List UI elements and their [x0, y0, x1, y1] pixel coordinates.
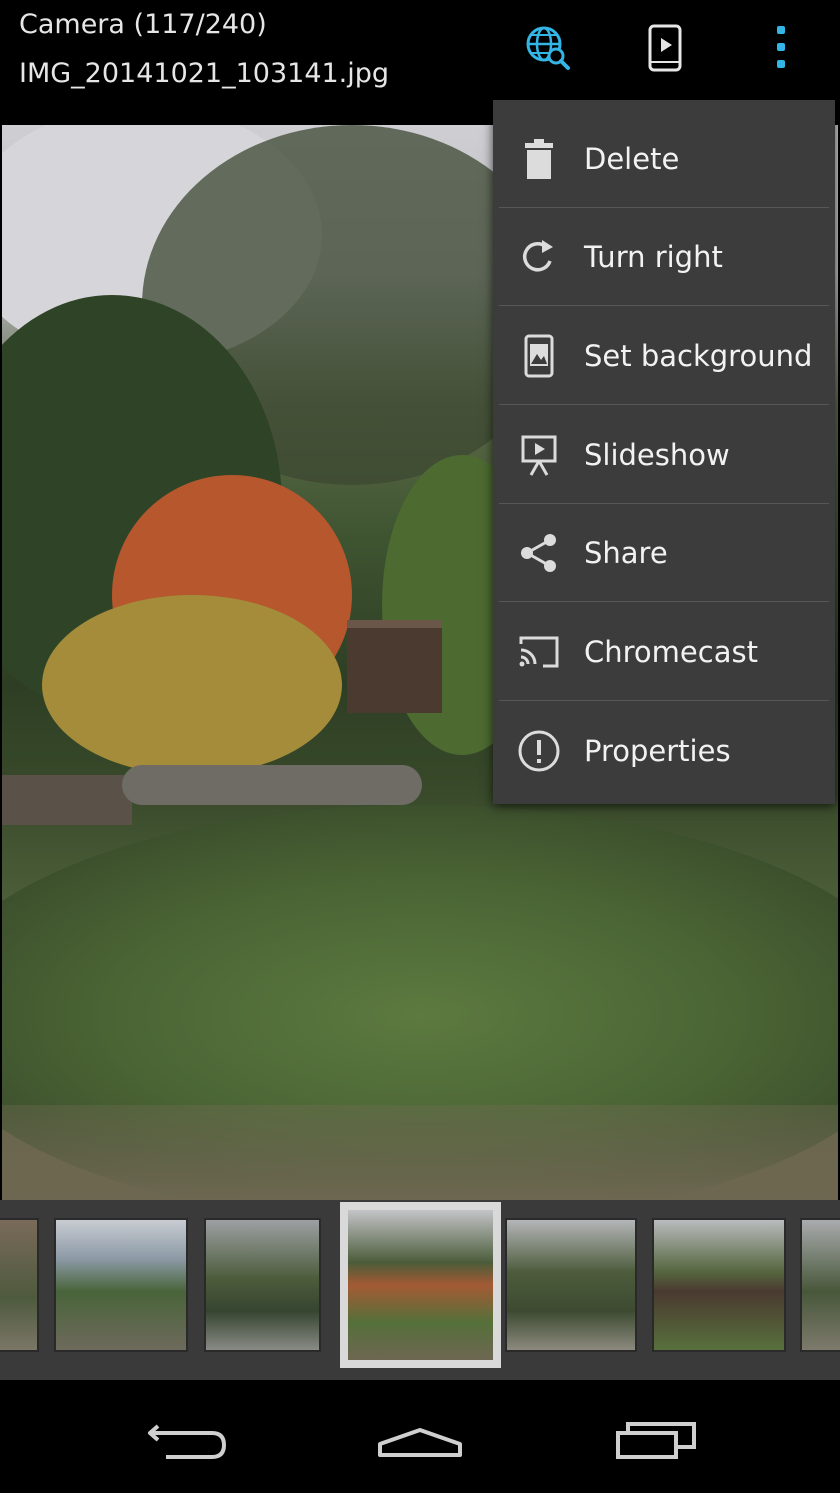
- menu-item-delete[interactable]: Delete: [493, 110, 835, 208]
- menu-item-slideshow[interactable]: Slideshow: [493, 406, 835, 504]
- menu-label: Chromecast: [584, 635, 758, 669]
- album-title: Camera (117/240): [19, 9, 267, 40]
- menu-item-share[interactable]: Share: [493, 504, 835, 602]
- overflow-menu: Delete Turn right Set background Slidesh…: [493, 100, 835, 804]
- trash-icon: [517, 137, 561, 181]
- divider: [499, 601, 829, 602]
- overflow-menu-icon[interactable]: [756, 22, 808, 74]
- thumbnail[interactable]: [0, 1218, 39, 1352]
- thumbnail[interactable]: [54, 1218, 188, 1352]
- menu-label: Properties: [584, 734, 731, 768]
- navigation-bar: [0, 1380, 840, 1493]
- slideshow-device-icon[interactable]: [640, 22, 692, 74]
- menu-label: Slideshow: [584, 438, 730, 472]
- wooden-deck: [2, 775, 132, 825]
- divider: [499, 700, 829, 701]
- pond-bank: [2, 1105, 838, 1200]
- menu-label: Share: [584, 536, 668, 570]
- filmstrip[interactable]: [0, 1200, 840, 1380]
- slideshow-icon: [517, 433, 561, 477]
- yellow-shrub: [42, 595, 342, 775]
- thumbnail[interactable]: [204, 1218, 321, 1352]
- divider: [499, 404, 829, 405]
- thumbnail-selected[interactable]: [340, 1202, 501, 1368]
- menu-label: Delete: [584, 142, 680, 176]
- menu-label: Set background: [584, 339, 813, 373]
- recents-icon[interactable]: [596, 1400, 716, 1480]
- share-icon: [517, 531, 561, 575]
- pavilion: [347, 620, 442, 713]
- cast-icon: [517, 630, 561, 674]
- home-icon[interactable]: [360, 1400, 480, 1480]
- thumbnail[interactable]: [800, 1218, 840, 1352]
- menu-label: Turn right: [584, 240, 723, 274]
- menu-item-chromecast[interactable]: Chromecast: [493, 603, 835, 701]
- wallpaper-icon: [517, 334, 561, 378]
- rotate-right-icon: [517, 235, 561, 279]
- menu-item-set-background[interactable]: Set background: [493, 307, 835, 405]
- thumbnail[interactable]: [652, 1218, 786, 1352]
- globe-search-icon[interactable]: [522, 22, 574, 74]
- menu-item-turn-right[interactable]: Turn right: [493, 208, 835, 306]
- info-icon: [517, 729, 561, 773]
- rock-edge: [122, 765, 422, 805]
- menu-item-properties[interactable]: Properties: [493, 702, 835, 800]
- thumbnail[interactable]: [505, 1218, 637, 1352]
- back-icon[interactable]: [126, 1400, 246, 1480]
- divider: [499, 305, 829, 306]
- file-name: IMG_20141021_103141.jpg: [19, 58, 390, 89]
